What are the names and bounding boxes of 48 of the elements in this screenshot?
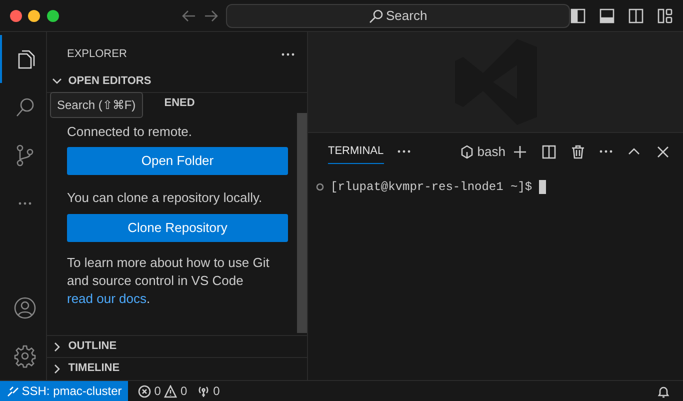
search-field[interactable]: Search [226,4,570,28]
search-icon [368,8,383,22]
terminal-output: [rlupat@kvmpr-res-lnode1 ~]$ [308,170,683,196]
split-terminal-icon[interactable] [541,144,557,160]
split-layout-icon[interactable] [628,8,644,24]
panel-tab[interactable]: TERMINAL [328,138,384,164]
circle-icon [316,183,324,191]
help-text: To learn more about how to use Git and source control in VS Code read our docs. [67,254,270,308]
remote-icon [6,385,18,397]
more-icon[interactable] [599,150,613,153]
error-icon [138,384,152,398]
more-icon [281,52,295,56]
broadcast-icon [196,384,210,398]
warning-icon [164,384,178,398]
trash-icon[interactable] [570,144,586,160]
cube-icon [460,144,474,158]
welcome-text: Connected to remote. [67,122,194,140]
sidebar-title: EXPLORER [67,46,127,62]
section-header[interactable]: TIMELINE [47,357,307,379]
forward-arrow-icon[interactable] [203,8,220,24]
open-folder-button[interactable]: Open Folder [67,147,288,175]
account-icon [12,296,36,320]
remote-button[interactable]: SSH: pmac-cluster [0,381,128,401]
minimize-window-button[interactable] [28,10,40,22]
settings-icon [12,344,36,368]
ports-button[interactable]: 0 [196,382,220,400]
tooltip: Search (⇧⌘F) [50,92,143,118]
clone-repository-button[interactable]: Clone Repository [67,214,288,242]
problems-button[interactable]: 0 0 [134,382,190,400]
sidebar-toggle-icon[interactable] [570,8,586,24]
terminal-selector[interactable]: bash [460,142,506,162]
close-window-button[interactable] [10,10,22,22]
section-header[interactable]: OPEN EDITORS [47,70,307,92]
panel-toggle-icon[interactable] [599,8,616,24]
text-cursor [538,180,546,194]
bell-icon[interactable] [657,385,670,398]
scrollbar[interactable] [297,113,307,333]
back-arrow-icon[interactable] [180,8,197,24]
more-icon[interactable] [396,150,411,153]
docs-link[interactable]: read our docs [67,290,146,306]
layout-icon[interactable] [657,8,674,24]
more-icon [18,202,32,205]
section-header[interactable]: OUTLINE [47,335,307,357]
welcome-text: You can clone a repository locally. [67,189,264,207]
plus-icon[interactable] [512,144,528,160]
close-icon[interactable] [655,144,671,160]
more-actions-button[interactable] [281,52,295,56]
maximize-window-button[interactable] [46,10,59,22]
